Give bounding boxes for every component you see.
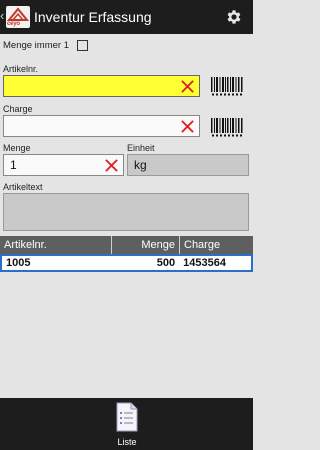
clear-artikelnr-icon[interactable]: [180, 79, 195, 94]
liste-tab-label: Liste: [117, 437, 137, 447]
menge-input[interactable]: 1: [3, 154, 124, 176]
clear-menge-icon[interactable]: [104, 158, 119, 173]
charge-input[interactable]: [3, 115, 200, 137]
cell-menge: 500: [156, 257, 176, 269]
entries-table: Artikelnr. Menge Charge 1005 500 1453564: [0, 236, 253, 272]
cell-charge: 1453564: [183, 257, 226, 269]
table-header: Artikelnr. Menge Charge: [0, 236, 253, 254]
column-header-artikelnr[interactable]: Artikelnr.: [0, 236, 112, 254]
menge-value: 1: [10, 158, 17, 172]
clear-charge-icon[interactable]: [180, 119, 195, 134]
menge-immer-checkbox[interactable]: [77, 40, 88, 51]
page-title: Inventur Erfassung: [34, 9, 152, 25]
table-row[interactable]: 1005 500 1453564: [0, 254, 253, 272]
menge-label: Menge: [3, 143, 31, 153]
menge-immer-label: Menge immer 1: [3, 40, 69, 51]
bottom-action-bar: Liste: [0, 398, 253, 450]
barcode-scan-icon[interactable]: [210, 116, 244, 138]
artikelnr-input[interactable]: [3, 75, 200, 97]
einheit-value: kg: [134, 158, 147, 172]
barcode-scan-icon[interactable]: [210, 75, 244, 97]
gear-icon[interactable]: [225, 8, 243, 26]
artikeltext-field: [3, 193, 249, 231]
einheit-field[interactable]: kg: [127, 154, 249, 176]
app-bar: ‹ ceyo Inventur Erfassung: [0, 0, 253, 34]
back-chevron-icon[interactable]: ‹: [0, 9, 4, 23]
app-logo[interactable]: ceyo: [6, 6, 30, 28]
einheit-label: Einheit: [127, 143, 155, 153]
charge-label: Charge: [3, 104, 33, 114]
cell-artikelnr: 1005: [6, 257, 31, 269]
liste-tab[interactable]: Liste: [105, 398, 149, 450]
artikeltext-label: Artikeltext: [3, 182, 43, 192]
column-header-charge[interactable]: Charge: [180, 236, 253, 254]
column-header-menge[interactable]: Menge: [112, 236, 180, 254]
list-document-icon: [116, 402, 138, 432]
logo-text: ceyo: [7, 21, 20, 27]
artikelnr-label: Artikelnr.: [3, 64, 39, 74]
